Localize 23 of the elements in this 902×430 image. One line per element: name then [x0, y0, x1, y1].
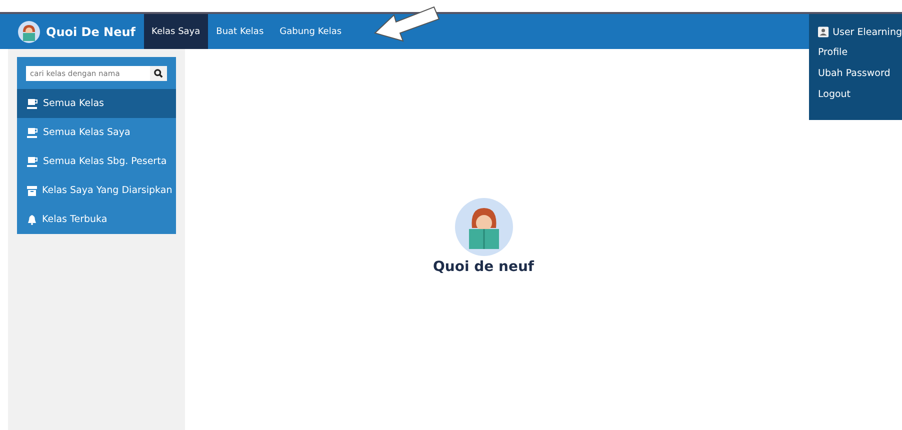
menu-item[interactable]: Logout — [809, 84, 902, 105]
archive-icon — [27, 186, 37, 196]
menu-item[interactable]: Ubah Password — [809, 63, 902, 84]
sidebar-item[interactable]: Kelas Saya Yang Diarsipkan — [17, 176, 176, 205]
nav-tab[interactable]: Gabung Kelas — [272, 14, 350, 49]
menu-item[interactable]: Profile — [809, 42, 902, 63]
cup-icon — [27, 156, 38, 166]
reading-girl-illustration — [454, 198, 512, 256]
search-icon — [154, 69, 163, 78]
sidebar-item[interactable]: Kelas Terbuka — [17, 205, 176, 234]
nav-tab[interactable]: Kelas Saya — [144, 14, 208, 49]
cup-icon — [27, 98, 38, 108]
bell-icon — [27, 214, 37, 224]
reader-logo-icon — [18, 20, 40, 42]
cup-icon — [27, 128, 38, 138]
sidebar-item[interactable]: Semua Kelas Saya — [17, 118, 176, 147]
brand-name[interactable]: Quoi De Neuf — [46, 24, 136, 38]
app-title: Quoi de neuf — [432, 259, 534, 275]
nav-tab[interactable]: Buat Kelas — [208, 14, 272, 49]
sidebar-item[interactable]: Semua Kelas Sbg. Peserta — [17, 147, 176, 176]
user-name[interactable]: User Elearning — [832, 26, 902, 38]
search-button[interactable] — [150, 66, 167, 81]
sidebar-item[interactable]: Semua Kelas — [17, 89, 176, 118]
